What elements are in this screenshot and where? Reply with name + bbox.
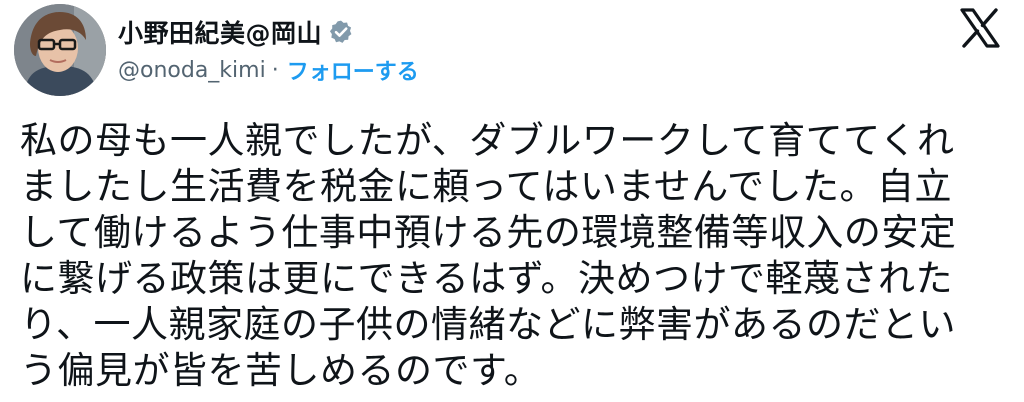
tweet-line: う偏見が皆を苦しめるのです。 [20, 349, 542, 392]
tweet-line: ましたし生活費を税金に頼ってはいませんでした。自立 [20, 165, 952, 208]
author-handle[interactable]: @onoda_kimi [118, 58, 266, 83]
follow-button[interactable]: フォローする [287, 54, 419, 86]
tweet-line: に繋げる政策は更にできるはず。決めつけで軽蔑された [20, 257, 954, 300]
tweet-embed-card: 小野田紀美@岡山 @onoda_kimi · フォローする 私の母も一人親でした… [0, 0, 1024, 402]
verified-badge-icon [328, 19, 354, 45]
tweet-line: 私の母も一人親でしたが、ダブルワークして育ててくれ [20, 119, 955, 162]
tweet-line: して働けるよう仕事中預ける先の環境整備等収入の安定 [20, 211, 957, 254]
tweet-line: り、一人親家庭の子供の情緒などに弊害があるのだとい [20, 303, 957, 346]
tweet-body: 私の母も一人親でしたが、ダブルワークして育ててくれ ましたし生活費を税金に頼って… [20, 118, 1010, 394]
author-display-name[interactable]: 小野田紀美@岡山 [118, 14, 322, 50]
author-handle-row: @onoda_kimi · フォローする [118, 54, 419, 86]
x-logo-icon[interactable] [958, 6, 1002, 50]
separator-dot: · [271, 57, 279, 83]
author-name-row: 小野田紀美@岡山 [118, 14, 354, 50]
avatar[interactable] [14, 4, 106, 96]
